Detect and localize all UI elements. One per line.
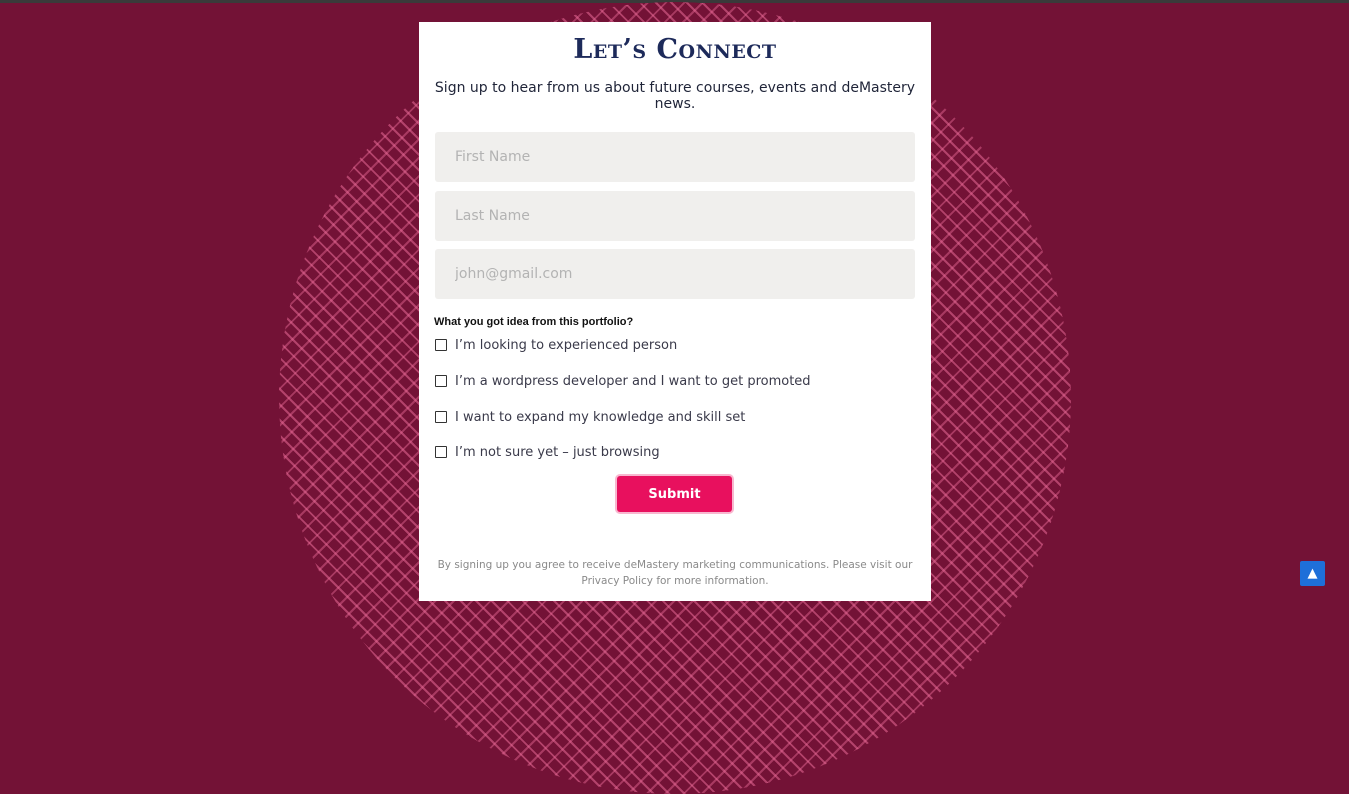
option-label: I’m looking to experienced person: [455, 337, 678, 353]
email-input[interactable]: [435, 249, 915, 299]
form-title: Let’s Connect: [573, 34, 777, 65]
form-subtitle: Sign up to hear from us about future cou…: [434, 80, 916, 112]
option-expand-knowledge[interactable]: I want to expand my knowledge and skill …: [435, 408, 745, 426]
option-experienced-person[interactable]: I’m looking to experienced person: [435, 336, 677, 354]
checkbox[interactable]: [435, 446, 447, 458]
interest-question: What you got idea from this portfolio?: [434, 316, 634, 328]
option-just-browsing[interactable]: I’m not sure yet – just browsing: [435, 443, 660, 461]
last-name-input[interactable]: [435, 191, 915, 241]
privacy-disclaimer: By signing up you agree to receive deMas…: [419, 557, 931, 589]
signup-card: Let’s Connect Sign up to hear from us ab…: [419, 22, 931, 601]
submit-button[interactable]: Submit: [617, 476, 732, 512]
option-label: I want to expand my knowledge and skill …: [455, 409, 746, 425]
checkbox[interactable]: [435, 339, 447, 351]
first-name-input[interactable]: [435, 132, 915, 182]
disclaimer-line-1: By signing up you agree to receive deMas…: [437, 559, 913, 571]
checkbox[interactable]: [435, 411, 447, 423]
option-label: I’m a wordpress developer and I want to …: [455, 373, 811, 389]
scroll-to-top-button[interactable]: ▲: [1300, 561, 1325, 586]
checkbox[interactable]: [435, 375, 447, 387]
disclaimer-line-2: Privacy Policy for more information.: [581, 575, 769, 587]
option-wordpress-developer[interactable]: I’m a wordpress developer and I want to …: [435, 372, 811, 390]
chevron-up-icon: ▲: [1307, 566, 1318, 581]
option-label: I’m not sure yet – just browsing: [455, 444, 660, 460]
